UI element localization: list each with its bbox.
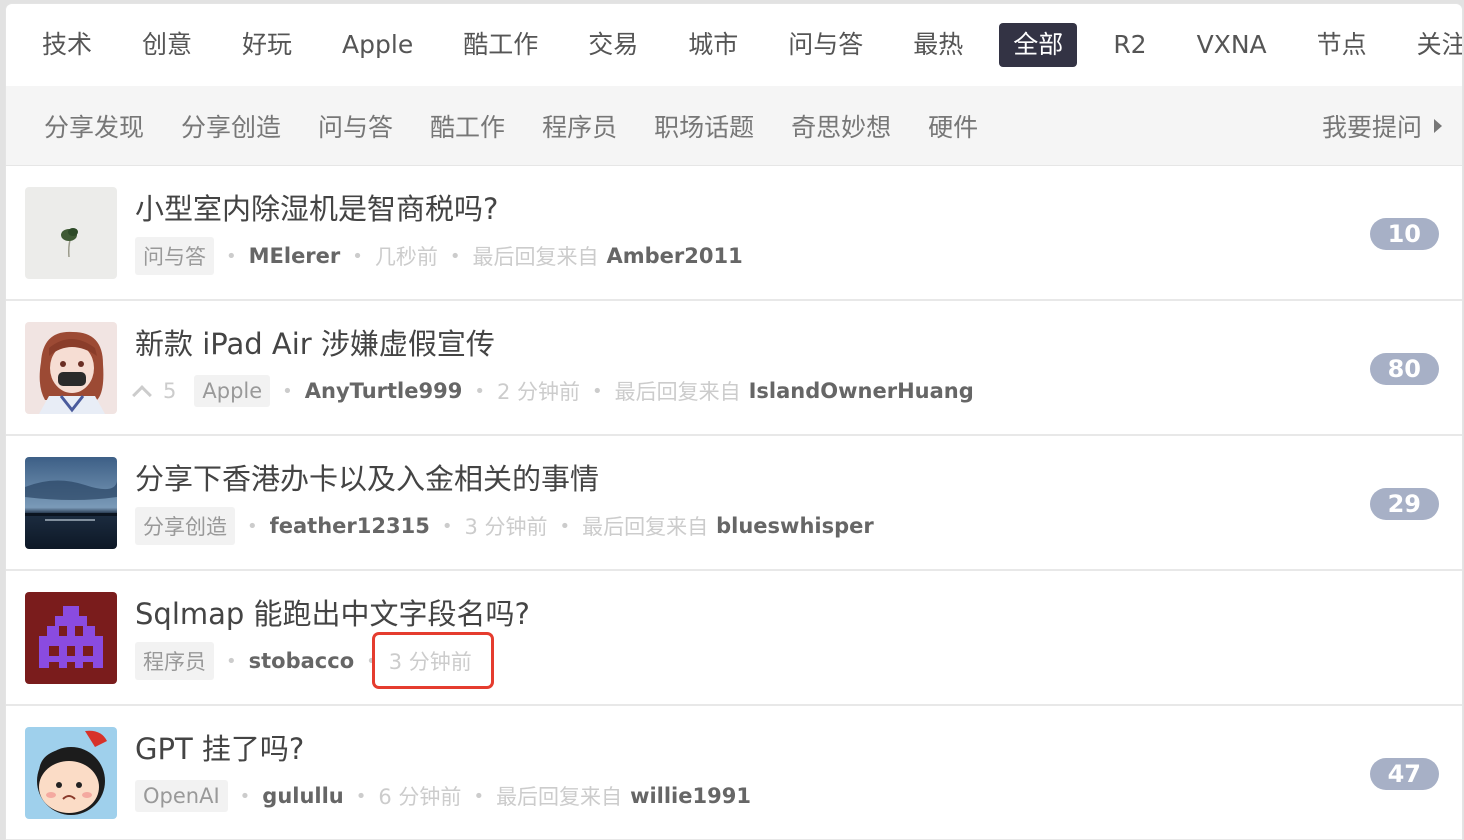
last-reply-user[interactable]: willie1991 xyxy=(630,784,751,808)
dot-separator: • xyxy=(226,650,237,672)
avatar[interactable] xyxy=(25,322,117,414)
topic-title[interactable]: Sqlmap 能跑出中文字段名吗? xyxy=(135,591,530,633)
avatar[interactable] xyxy=(25,187,117,279)
tab-city[interactable]: 城市 xyxy=(674,23,752,67)
tab-hot[interactable]: 最热 xyxy=(899,23,977,67)
node-tag[interactable]: 问与答 xyxy=(135,237,214,275)
reply-count-badge[interactable]: 10 xyxy=(1369,218,1439,250)
dot-separator: • xyxy=(441,515,453,537)
author-link[interactable]: feather12315 xyxy=(270,514,430,538)
last-reply-user[interactable]: IslandOwnerHuang xyxy=(749,379,974,403)
subnav-career[interactable]: 职场话题 xyxy=(654,108,754,144)
tab-deals[interactable]: 交易 xyxy=(574,23,652,67)
post-time: 3 分钟前 xyxy=(464,515,548,539)
tab-creative[interactable]: 创意 xyxy=(128,23,206,67)
chevron-up-icon xyxy=(132,384,152,405)
last-reply-label: 最后回复来自 xyxy=(472,245,599,269)
tab-vxna[interactable]: VXNA xyxy=(1183,23,1281,67)
topic-title[interactable]: GPT 挂了吗? xyxy=(135,726,304,768)
post-time: 2 分钟前 xyxy=(496,380,580,404)
author-link[interactable]: gulullu xyxy=(262,784,343,808)
dot-separator: • xyxy=(247,515,258,537)
dot-separator: • xyxy=(352,245,363,267)
tab-jobs[interactable]: 酷工作 xyxy=(449,23,552,67)
subnav-qna[interactable]: 问与答 xyxy=(318,108,393,144)
post-time: 几秒前 xyxy=(374,245,438,269)
tab-play[interactable]: 好玩 xyxy=(228,23,306,67)
dot-separator: • xyxy=(559,515,571,537)
subnav-hardware[interactable]: 硬件 xyxy=(928,108,978,144)
node-tag[interactable]: 程序员 xyxy=(135,642,214,680)
subnav-programmer[interactable]: 程序员 xyxy=(542,108,617,144)
dot-separator: • xyxy=(366,650,377,672)
topic-title[interactable]: 小型室内除湿机是智商税吗? xyxy=(135,186,498,228)
dot-separator: • xyxy=(449,245,461,267)
author-link[interactable]: AnyTurtle999 xyxy=(305,379,463,403)
sub-nav: 分享发现 分享创造 问与答 酷工作 程序员 职场话题 奇思妙想 硬件 我要提问 xyxy=(6,86,1462,166)
last-reply-label: 最后回复来自 xyxy=(496,785,623,809)
tab-nodes[interactable]: 节点 xyxy=(1303,23,1381,67)
post-time: 3 分钟前 xyxy=(388,650,472,674)
node-tag[interactable]: 分享创造 xyxy=(135,507,235,545)
tab-qna[interactable]: 问与答 xyxy=(774,23,877,67)
topic-meta: 问与答 • MElerer • 几秒前 • 最后回复来自 Amber2011 xyxy=(135,236,743,276)
subnav-ideas[interactable]: 奇思妙想 xyxy=(791,108,891,144)
tab-tech[interactable]: 技术 xyxy=(28,23,106,67)
tab-following[interactable]: 关注 xyxy=(1403,23,1462,67)
topic-meta: 分享创造 • feather12315 • 3 分钟前 • 最后回复来自 blu… xyxy=(135,506,874,546)
upvote[interactable]: 5 xyxy=(132,379,177,405)
reply-count-badge[interactable]: 29 xyxy=(1369,488,1439,520)
author-link[interactable]: MElerer xyxy=(249,244,341,268)
tab-all[interactable]: 全部 xyxy=(999,23,1078,67)
ask-question-label: 我要提问 xyxy=(1321,112,1422,142)
dot-separator: • xyxy=(239,785,251,807)
topic-meta: 5 Apple • AnyTurtle999 • 2 分钟前 • 最后回复来自 … xyxy=(132,371,974,411)
reply-count-badge[interactable]: 80 xyxy=(1369,353,1439,385)
topic-title[interactable]: 新款 iPad Air 涉嫌虚假宣传 xyxy=(135,321,495,363)
top-tabs: 技术 创意 好玩 Apple 酷工作 交易 城市 问与答 最热 全部 R2 VX… xyxy=(6,4,1462,86)
last-reply-label: 最后回复来自 xyxy=(582,515,709,539)
topic-row: 小型室内除湿机是智商税吗? 问与答 • MElerer • 几秒前 • 最后回复… xyxy=(6,166,1462,301)
avatar[interactable] xyxy=(25,592,117,684)
tab-apple[interactable]: Apple xyxy=(328,23,427,67)
dot-separator: • xyxy=(591,380,603,402)
caret-right-icon xyxy=(1434,118,1442,133)
subnav-share-create[interactable]: 分享创造 xyxy=(181,108,281,144)
topic-meta: OpenAI • gulullu • 6 分钟前 • 最后回复来自 willie… xyxy=(135,776,751,816)
author-link[interactable]: stobacco xyxy=(249,649,355,673)
dot-separator: • xyxy=(474,380,485,402)
node-tag[interactable]: Apple xyxy=(194,375,271,407)
dot-separator: • xyxy=(226,245,237,267)
page-frame: 技术 创意 好玩 Apple 酷工作 交易 城市 问与答 最热 全部 R2 VX… xyxy=(6,4,1462,840)
ask-question-link[interactable]: 我要提问 xyxy=(1322,108,1442,144)
last-reply-label: 最后回复来自 xyxy=(614,380,741,404)
node-tag[interactable]: OpenAI xyxy=(135,780,228,812)
last-reply-user[interactable]: blueswhisper xyxy=(716,514,874,538)
topic-row: 分享下香港办卡以及入金相关的事情 分享创造 • feather12315 • 3… xyxy=(6,436,1462,571)
dot-separator: • xyxy=(355,785,367,807)
post-time: 6 分钟前 xyxy=(378,785,462,809)
dot-separator: • xyxy=(282,380,293,402)
topic-meta: 程序员 • stobacco • 3 分钟前 xyxy=(135,641,472,681)
avatar[interactable] xyxy=(25,457,117,549)
subnav-jobs[interactable]: 酷工作 xyxy=(430,108,505,144)
avatar[interactable] xyxy=(25,727,117,819)
topic-row: 新款 iPad Air 涉嫌虚假宣传 5 Apple • AnyTurtle99… xyxy=(6,301,1462,436)
topic-row: Sqlmap 能跑出中文字段名吗? 程序员 • stobacco • 3 分钟前 xyxy=(6,571,1462,706)
last-reply-user[interactable]: Amber2011 xyxy=(607,244,743,268)
topic-row: GPT 挂了吗? OpenAI • gulullu • 6 分钟前 • 最后回复… xyxy=(6,706,1462,840)
dot-separator: • xyxy=(473,785,485,807)
topic-title[interactable]: 分享下香港办卡以及入金相关的事情 xyxy=(135,456,599,498)
reply-count-badge[interactable]: 47 xyxy=(1369,758,1439,790)
vote-count: 5 xyxy=(163,379,177,403)
tab-r2[interactable]: R2 xyxy=(1099,23,1160,67)
subnav-share-discover[interactable]: 分享发现 xyxy=(44,108,144,144)
